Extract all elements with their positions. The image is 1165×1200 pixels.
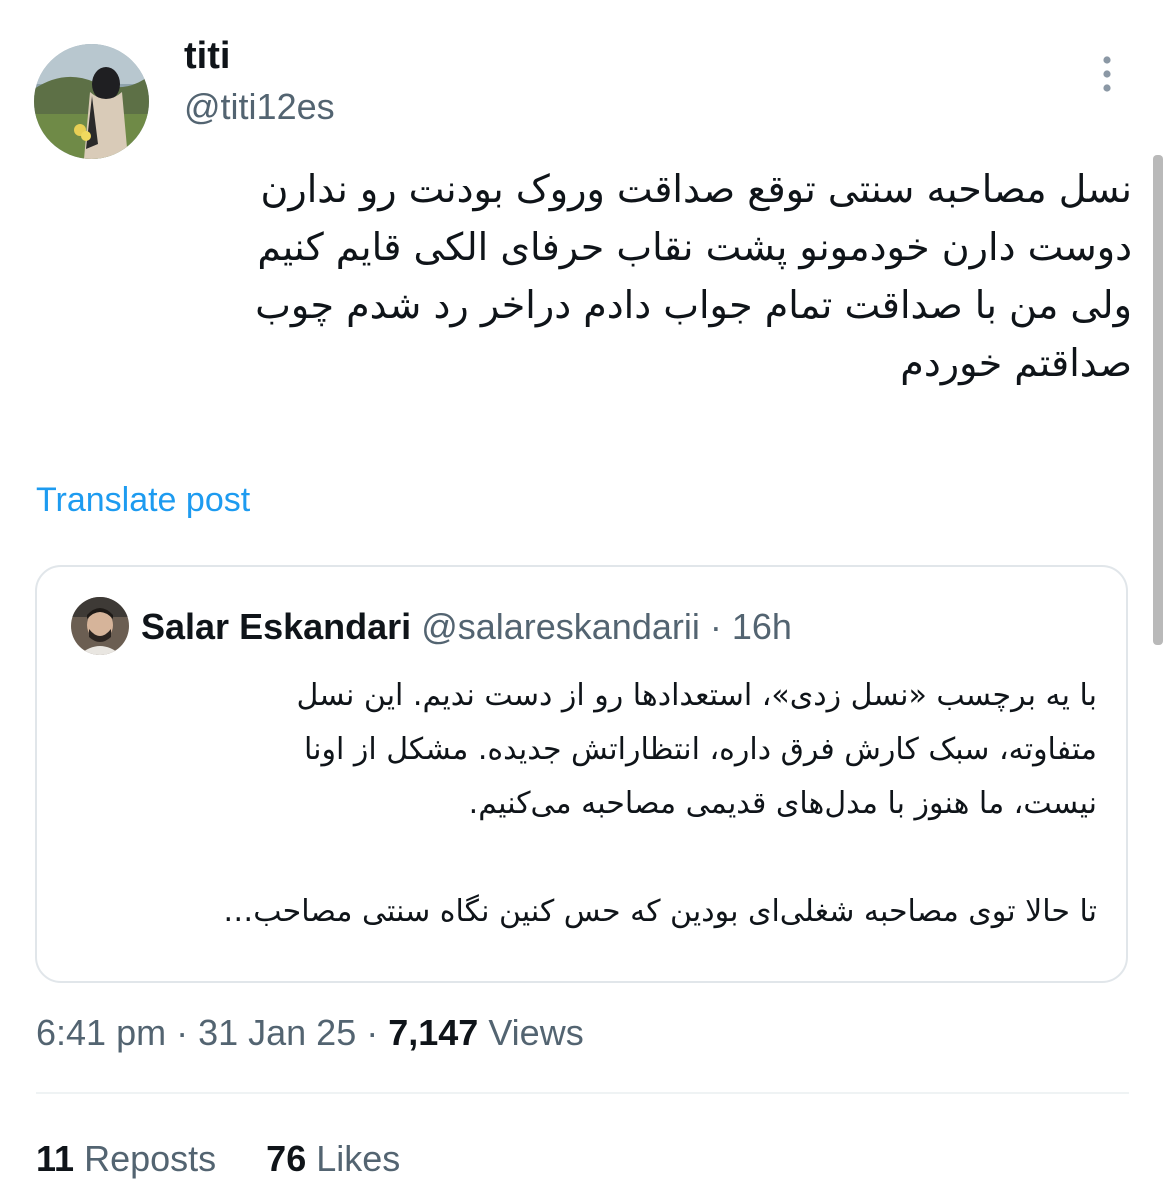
meta-dot: · [356, 1012, 389, 1053]
quote-time[interactable]: 16h [732, 606, 792, 647]
post-time[interactable]: 6:41 pm [36, 1012, 166, 1053]
tweet-line: نسل مصاحبه سنتی توقع صداقت وروک بودنت رو… [260, 167, 1132, 211]
more-vertical-icon [1103, 56, 1111, 92]
tweet-text: نسل مصاحبه سنتی توقع صداقت وروک بودنت رو… [60, 160, 1132, 392]
quote-line-truncated: تا حالا توی مصاحبه شغلی‌ای بودین که حس ک… [223, 894, 1097, 929]
quote-text: با یه برچسب «نسل زدی»، استعدادها رو از د… [57, 669, 1097, 939]
tweet-line: ولی من با صداقت تمام جواب دادم دراخر رد … [255, 283, 1132, 327]
author-name[interactable]: titi [184, 34, 230, 78]
reposts-count: 11 [36, 1138, 75, 1179]
tweet-line: صداقتم خوردم [900, 341, 1132, 385]
reposts-stat[interactable]: 11 Reposts [36, 1138, 216, 1179]
meta-dot: · [166, 1012, 199, 1053]
author-handle[interactable]: @titi12es [184, 86, 335, 128]
quote-line: نیست، ما هنوز با مدل‌های قدیمی مصاحبه می… [468, 786, 1097, 821]
likes-label: Likes [306, 1138, 401, 1179]
reposts-label: Reposts [74, 1138, 217, 1179]
quote-separator: · [699, 606, 732, 647]
quoted-tweet-card[interactable]: Salar Eskandari @salareskandarii · 16h ب… [35, 565, 1128, 983]
post-date[interactable]: 31 Jan 25 [198, 1012, 356, 1053]
quote-author-handle-text[interactable]: @salareskandarii [421, 606, 700, 647]
timestamp-row: 6:41 pm · 31 Jan 25 · 7,147 Views [36, 1010, 584, 1056]
quote-author-name[interactable]: Salar Eskandari [141, 606, 411, 647]
avatar-photo [34, 44, 149, 159]
likes-count: 76 [266, 1138, 307, 1179]
views-count: 7,147 [388, 1012, 479, 1053]
divider [36, 1092, 1129, 1094]
views-label: Views [478, 1012, 584, 1053]
stats-row: 11 Reposts 76 Likes [36, 1136, 400, 1182]
likes-stat[interactable]: 76 Likes [266, 1138, 400, 1179]
quote-avatar-photo [71, 597, 129, 655]
quote-line: با یه برچسب «نسل زدی»، استعدادها رو از د… [296, 678, 1098, 713]
quote-header: Salar Eskandari @salareskandarii · 16h [141, 605, 792, 649]
more-options-button[interactable] [1092, 50, 1122, 98]
author-avatar[interactable] [34, 44, 149, 159]
translate-post-link[interactable]: Translate post [36, 478, 250, 522]
tweet-detail-page: titi @titi12es نسل مصاحبه سنتی توقع صداق… [0, 0, 1165, 1200]
quote-author-avatar[interactable] [71, 597, 129, 655]
scrollbar-thumb[interactable] [1153, 155, 1163, 645]
tweet-line: دوست دارن خودمونو پشت نقاب حرفای الکی قا… [257, 225, 1132, 269]
quote-line: متفاوته، سبک کارش فرق داره، انتظاراتش جد… [304, 732, 1097, 767]
